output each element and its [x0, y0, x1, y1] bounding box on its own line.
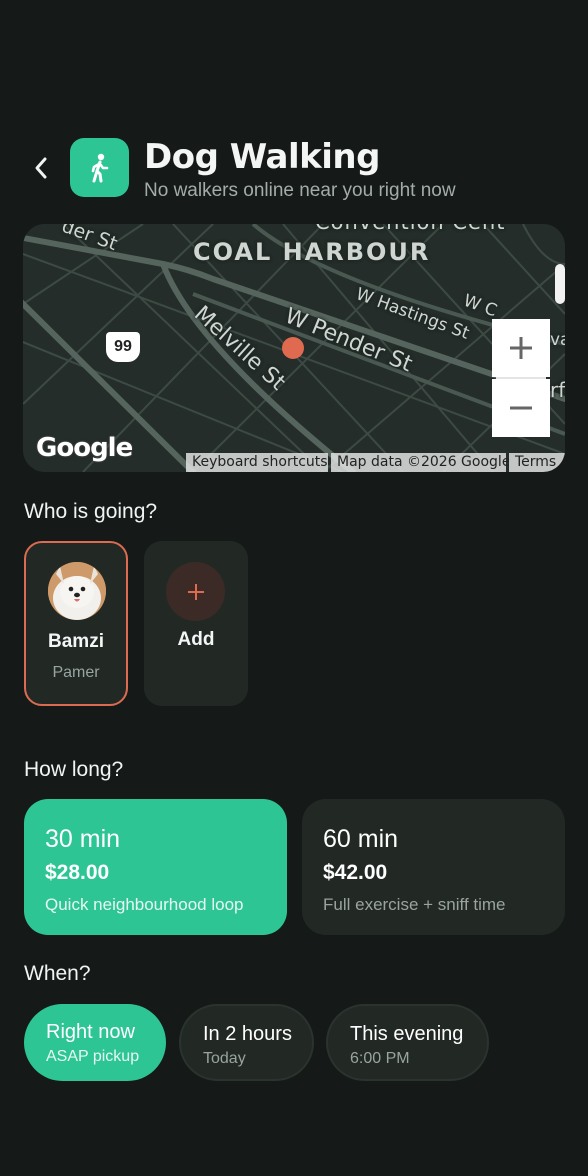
walking-person-icon: [91, 153, 108, 182]
when-option-sublabel: 6:00 PM: [350, 1050, 410, 1067]
map-view[interactable]: der St Convention Cent COAL HARBOUR W Ha…: [23, 224, 565, 472]
chevron-left-icon: [35, 157, 47, 179]
page-subtitle: No walkers online near you right now: [144, 180, 456, 201]
who-section-title: Who is going?: [24, 500, 158, 523]
when-option-sublabel: ASAP pickup: [46, 1048, 140, 1065]
walking-service-icon: [70, 138, 129, 197]
when-option-this-evening[interactable]: This evening 6:00 PM: [326, 1004, 489, 1081]
map-label-corner2: va: [550, 330, 565, 350]
duration-description: Full exercise + sniff time: [323, 895, 506, 914]
dog-photo-icon: [48, 562, 106, 620]
when-option-sublabel: Today: [203, 1050, 246, 1067]
header: Dog Walking No walkers online near you r…: [0, 136, 588, 206]
duration-price: $42.00: [323, 861, 388, 884]
add-circle: [166, 562, 225, 621]
terms-link[interactable]: Terms: [509, 453, 565, 472]
pet-card-bamzi[interactable]: Bamzi Pamer: [24, 541, 128, 706]
back-button[interactable]: [26, 153, 56, 183]
when-section-title: When?: [24, 962, 91, 985]
map-label-waterfront2: rf: [550, 378, 565, 402]
location-marker-icon: [282, 337, 304, 359]
duration-section-title: How long?: [24, 758, 124, 781]
duration-description: Quick neighbourhood loop: [45, 895, 244, 914]
pet-breed: Pamer: [52, 664, 100, 681]
map-data-attribution: Map data ©2026 Google: [331, 453, 510, 472]
pet-name: Bamzi: [48, 631, 104, 652]
duration-name: 60 min: [323, 825, 399, 853]
add-pet-button[interactable]: Add: [144, 541, 248, 706]
when-option-label: In 2 hours: [203, 1023, 292, 1045]
duration-name: 30 min: [45, 825, 121, 853]
duration-option-60[interactable]: 60 min $42.00 Full exercise + sniff time: [302, 799, 565, 935]
when-option-label: Right now: [46, 1021, 135, 1043]
when-option-in-2-hours[interactable]: In 2 hours Today: [179, 1004, 314, 1081]
add-pet-label: Add: [177, 629, 215, 650]
keyboard-shortcuts-link[interactable]: Keyboard shortcuts: [186, 453, 328, 472]
zoom-out-button[interactable]: [492, 379, 550, 437]
zoom-in-button[interactable]: [492, 319, 550, 377]
map-label-top-right: Convention Cent: [315, 224, 506, 234]
pet-avatar: [48, 562, 106, 620]
route-shield-icon: 99: [106, 332, 140, 362]
page-title: Dog Walking: [144, 137, 380, 177]
when-option-label: This evening: [350, 1023, 464, 1045]
plus-icon: [510, 337, 532, 359]
when-option-right-now[interactable]: Right now ASAP pickup: [24, 1004, 166, 1081]
plus-icon: [187, 583, 204, 600]
duration-option-30[interactable]: 30 min $28.00 Quick neighbourhood loop: [24, 799, 287, 935]
duration-price: $28.00: [45, 861, 110, 884]
map-label-area: COAL HARBOUR: [193, 238, 431, 266]
google-logo: Google: [36, 433, 133, 463]
minus-icon: [510, 406, 532, 410]
